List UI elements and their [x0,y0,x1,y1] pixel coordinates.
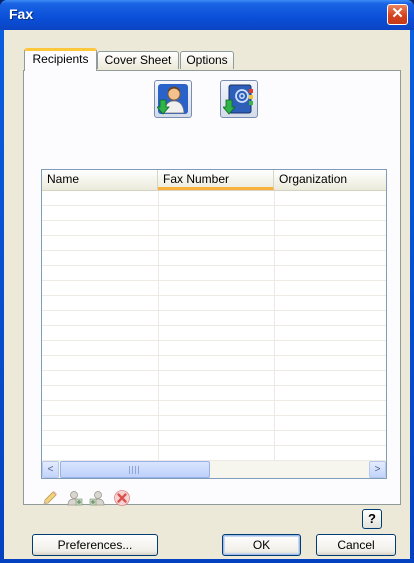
pencil-icon [43,491,57,505]
fax-window: Fax ✕ Recipients Cover Sheet Options Nam… [0,0,414,563]
dialog-client-area: Recipients Cover Sheet Options Name Fax … [4,30,410,559]
chevron-right-icon: > [374,464,381,475]
add-recipient-button[interactable] [65,489,83,507]
tab-recipients[interactable]: Recipients [24,48,97,71]
table-row [42,296,386,311]
chevron-left-icon: < [47,464,54,475]
table-row [42,191,386,206]
edit-recipient-button[interactable] [41,489,59,507]
table-row [42,356,386,371]
recipients-list[interactable]: Name Fax Number Organization < > [41,169,387,479]
table-row [42,371,386,386]
cancel-button[interactable]: Cancel [316,534,396,556]
close-icon: ✕ [391,5,404,22]
column-header-fax-number[interactable]: Fax Number [158,170,274,190]
table-row [42,281,386,296]
scroll-right-button[interactable]: > [369,461,386,478]
close-button[interactable]: ✕ [387,4,408,25]
list-header: Name Fax Number Organization [42,170,386,191]
red-x-icon [114,490,130,506]
column-header-organization[interactable]: Organization [274,170,386,190]
window-title: Fax [9,6,34,22]
add-from-contacts-button[interactable] [154,80,192,118]
column-header-name[interactable]: Name [42,170,158,190]
table-row [42,206,386,221]
horizontal-scrollbar[interactable]: < > [42,461,386,478]
preferences-button[interactable]: Preferences... [32,534,158,556]
table-row [42,341,386,356]
tab-options[interactable]: Options [180,51,234,69]
person-with-green-arrow-icon [157,84,188,115]
recipients-panel: Name Fax Number Organization < > ? [23,70,401,529]
scroll-grip [129,466,141,474]
remove-recipient-icon [89,491,105,506]
add-from-address-book-button[interactable] [220,80,258,118]
add-recipient-icon [67,491,83,506]
ok-button[interactable]: OK [222,534,301,556]
table-row [42,236,386,251]
title-bar[interactable]: Fax ✕ [0,0,414,30]
scroll-thumb[interactable] [60,461,210,478]
remove-recipient-button[interactable] [89,489,107,507]
address-book-with-green-arrow-icon [223,84,253,115]
table-row [42,266,386,281]
tab-cover-sheet[interactable]: Cover Sheet [97,51,179,69]
table-row [42,401,386,416]
help-button[interactable]: ? [362,509,382,529]
scroll-left-button[interactable]: < [42,461,59,478]
table-row [42,416,386,431]
table-row [42,326,386,341]
table-row [42,431,386,446]
table-row [42,221,386,236]
table-row [42,251,386,266]
delete-recipient-button[interactable] [113,489,131,507]
table-row [42,446,386,461]
table-row [42,311,386,326]
table-row [42,386,386,401]
